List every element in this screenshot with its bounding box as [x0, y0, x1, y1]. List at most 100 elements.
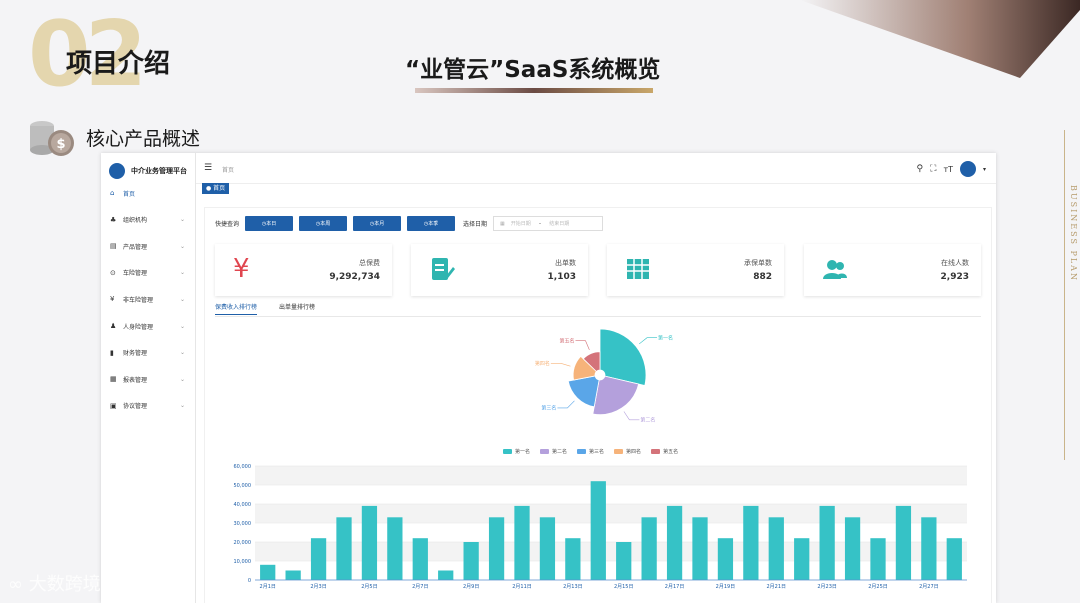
org-icon: ♣: [110, 215, 117, 224]
x-tick-label: 2月9日: [463, 584, 479, 590]
this-week-button[interactable]: ◷ 本周: [299, 216, 348, 231]
home-icon: ⌂: [110, 189, 115, 197]
sidebar-item[interactable]: ♟ 人身险管理 ⌄: [101, 316, 195, 336]
watermark-logo-icon: ∞: [8, 574, 23, 595]
bar[interactable]: [870, 538, 886, 580]
bar[interactable]: [514, 505, 530, 580]
legend-swatch: [577, 449, 587, 454]
bar[interactable]: [463, 542, 479, 580]
stat-card-online: 在线人数 2,923: [804, 244, 981, 296]
sidebar-item-label: 首页: [123, 190, 136, 198]
yen-icon: ¥: [233, 254, 250, 284]
sidebar-item[interactable]: ¥ 非车险管理 ⌄: [101, 289, 195, 309]
sidebar-item[interactable]: ▤ 产品管理 ⌄: [101, 236, 195, 256]
table-icon: [627, 259, 649, 279]
legend-swatch: [503, 449, 512, 454]
bar[interactable]: [310, 538, 327, 580]
this-month-button[interactable]: ◷ 本月: [353, 216, 402, 231]
font-size-icon[interactable]: тT: [943, 165, 953, 174]
avatar[interactable]: [959, 161, 976, 177]
sidebar-item-label: 人身险管理: [123, 323, 154, 331]
stat-card-premium: ¥ 总保费 9,292,734: [215, 244, 392, 296]
car-icon: ⊙: [110, 268, 116, 277]
sidebar-item[interactable]: ♣ 组织机构 ⌄: [101, 210, 195, 230]
bar[interactable]: [946, 538, 962, 580]
chevron-down-icon: ⌄: [179, 295, 185, 303]
bar[interactable]: [717, 538, 734, 580]
legend-item[interactable]: 第二名: [540, 448, 567, 455]
sidebar-item[interactable]: ▮ 财务管理 ⌄: [101, 343, 195, 363]
bar[interactable]: [539, 517, 556, 580]
this-quarter-button[interactable]: ◷ 本季: [407, 216, 456, 231]
bar[interactable]: [743, 505, 759, 580]
rose-chart: 第一名第二名 第三名 第四名 第五名: [535, 328, 673, 424]
date-range-input[interactable]: ▦ 开始日期 – 结束日期: [493, 216, 604, 231]
chevron-down-icon: ⌄: [179, 269, 185, 277]
chevron-down-icon: ⌄: [179, 242, 185, 250]
sidebar: 中介业务管理平台 ⌂ 首页 ♣ 组织机构 ⌄ ▤ 产品管理 ⌄ ⊙ 车险管理 ⌄ ¥ 非车险管理 ⌄ ♟ 人身…: [101, 153, 196, 603]
watermark: ∞ 大数跨境: [8, 570, 101, 596]
bar[interactable]: [794, 538, 810, 580]
sidebar-item[interactable]: ⌂ 首页: [101, 183, 195, 203]
bar[interactable]: [488, 517, 505, 580]
chevron-down-icon[interactable]: ▾: [983, 166, 986, 173]
bar[interactable]: [412, 538, 428, 580]
bar[interactable]: [895, 505, 912, 580]
breadcrumb[interactable]: 首页: [222, 165, 234, 174]
bar[interactable]: [844, 517, 861, 580]
tab-policy-ranking[interactable]: 出单量排行榜: [279, 302, 315, 314]
bar[interactable]: [336, 517, 352, 580]
ranking-tabs: 保费收入排行榜 出单量排行榜: [215, 302, 981, 317]
legend-item[interactable]: 第一名: [503, 448, 530, 455]
sidebar-item[interactable]: ⊙ 车险管理 ⌄: [101, 263, 195, 283]
legend-swatch: [651, 449, 661, 454]
bar-chart: 0 10,000 20,000 30,000 40,000 50,000 60,000 2月1…: [234, 464, 967, 590]
tab-bar: ● 首页: [196, 183, 996, 197]
bar[interactable]: [692, 517, 708, 580]
stat-value: 9,292,734: [329, 272, 380, 282]
stat-value: 1,103: [547, 272, 576, 282]
y-tick-label: 50,000: [234, 483, 252, 489]
stat-value: 2,923: [940, 272, 969, 282]
legend-item[interactable]: 第三名: [577, 448, 604, 455]
bar[interactable]: [641, 517, 657, 580]
legend-item[interactable]: 第五名: [651, 448, 678, 455]
watermark-text: 大数跨境: [28, 574, 101, 595]
tab-premium-ranking[interactable]: 保费收入排行榜: [215, 302, 258, 315]
stat-card-policies: 出单数 1,103: [411, 244, 588, 296]
dashboard-content: 快捷查询 ◷ 本日 ◷ 本周 ◷ 本月 ◷ 本季 选择日期 ▦ 开始日期 – 结…: [204, 207, 992, 603]
bar[interactable]: [921, 517, 937, 580]
sidebar-item[interactable]: ▣ 协议管理 ⌄: [101, 396, 195, 416]
x-tick-label: 2月25日: [868, 584, 888, 590]
bar[interactable]: [361, 505, 378, 580]
chevron-down-icon: ⌄: [179, 375, 185, 383]
corner-decoration: [800, 0, 1080, 78]
bar[interactable]: [616, 542, 632, 580]
end-date-field[interactable]: 结束日期: [549, 220, 569, 227]
bar[interactable]: [387, 517, 403, 580]
bar[interactable]: [819, 505, 835, 580]
menu-toggle-icon[interactable]: ☰: [204, 163, 212, 173]
legend-item[interactable]: 第四名: [614, 448, 641, 455]
x-tick-label: 2月3日: [310, 584, 326, 590]
x-tick-label: 2月13日: [563, 584, 583, 590]
stat-label: 出单数: [555, 259, 576, 267]
bar[interactable]: [438, 570, 454, 581]
bar[interactable]: [666, 505, 683, 580]
legend-label: 第四名: [626, 449, 642, 455]
bar[interactable]: [768, 517, 784, 580]
chart-legend: 第一名 第二名 第三名 第四名 第五名: [503, 448, 678, 455]
search-icon[interactable]: ⚲: [917, 164, 924, 174]
bar[interactable]: [260, 564, 276, 580]
legend-swatch: [614, 449, 624, 454]
start-date-field[interactable]: 开始日期: [511, 220, 531, 227]
chevron-down-icon: ⌄: [179, 216, 185, 224]
tab-home[interactable]: ● 首页: [202, 183, 230, 194]
bar[interactable]: [590, 481, 606, 580]
today-button[interactable]: ◷ 本日: [245, 216, 294, 231]
bar[interactable]: [565, 538, 581, 580]
sidebar-item[interactable]: ▦ 报表管理 ⌄: [101, 369, 195, 389]
bar[interactable]: [285, 570, 301, 581]
fullscreen-icon[interactable]: ⛶: [930, 164, 936, 174]
x-tick-label: 2月27日: [919, 584, 939, 590]
